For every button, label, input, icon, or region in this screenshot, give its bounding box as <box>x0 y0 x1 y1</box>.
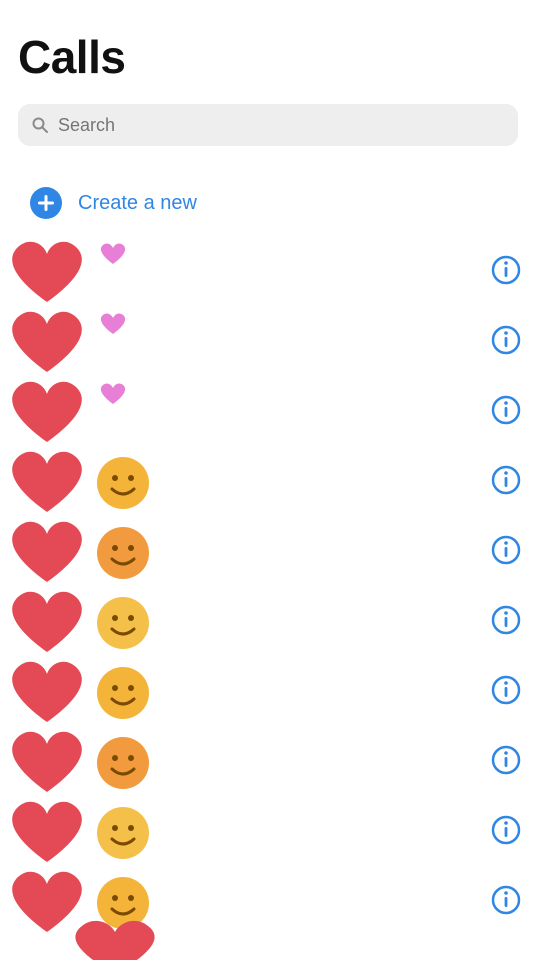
pink-heart-icon <box>100 312 126 336</box>
heart-icon <box>10 238 84 304</box>
call-row[interactable] <box>0 442 540 512</box>
info-icon[interactable] <box>490 744 522 776</box>
info-icon[interactable] <box>490 324 522 356</box>
smiley-face-icon <box>92 802 154 864</box>
create-new-contact[interactable]: Create a new <box>28 182 197 224</box>
search-bar[interactable] <box>18 104 518 146</box>
call-list <box>0 232 540 932</box>
call-row[interactable] <box>0 722 540 792</box>
heart-icon <box>10 448 84 514</box>
smiley-face-icon <box>92 452 154 514</box>
heart-icon <box>10 728 84 794</box>
heart-icon <box>10 308 84 374</box>
search-icon <box>32 117 48 133</box>
heart-icon <box>10 658 84 724</box>
pink-heart-icon <box>100 242 126 266</box>
info-icon[interactable] <box>490 674 522 706</box>
plus-circle-icon <box>28 185 64 221</box>
heart-icon <box>10 518 84 584</box>
smiley-face-icon <box>92 662 154 724</box>
call-row[interactable] <box>0 582 540 652</box>
info-icon[interactable] <box>490 254 522 286</box>
smiley-face-icon <box>92 732 154 794</box>
heart-icon <box>70 916 160 960</box>
calls-screen: Calls Create a new <box>0 0 540 960</box>
smiley-face-icon <box>92 592 154 654</box>
page-title: Calls <box>18 31 126 83</box>
info-icon[interactable] <box>490 814 522 846</box>
search-input[interactable] <box>56 113 504 137</box>
heart-icon <box>10 588 84 654</box>
smiley-face-icon <box>92 522 154 584</box>
call-row[interactable] <box>0 372 540 442</box>
heart-icon <box>10 378 84 444</box>
pink-heart-icon <box>100 382 126 406</box>
call-row[interactable] <box>0 302 540 372</box>
info-icon[interactable] <box>490 884 522 916</box>
call-row[interactable] <box>0 512 540 582</box>
create-new-label: Create a new <box>78 191 197 214</box>
call-row[interactable] <box>0 232 540 302</box>
info-icon[interactable] <box>490 394 522 426</box>
heart-icon <box>10 798 84 864</box>
call-row[interactable] <box>0 652 540 722</box>
info-icon[interactable] <box>490 464 522 496</box>
info-icon[interactable] <box>490 534 522 566</box>
call-row[interactable] <box>0 792 540 862</box>
info-icon[interactable] <box>490 604 522 636</box>
